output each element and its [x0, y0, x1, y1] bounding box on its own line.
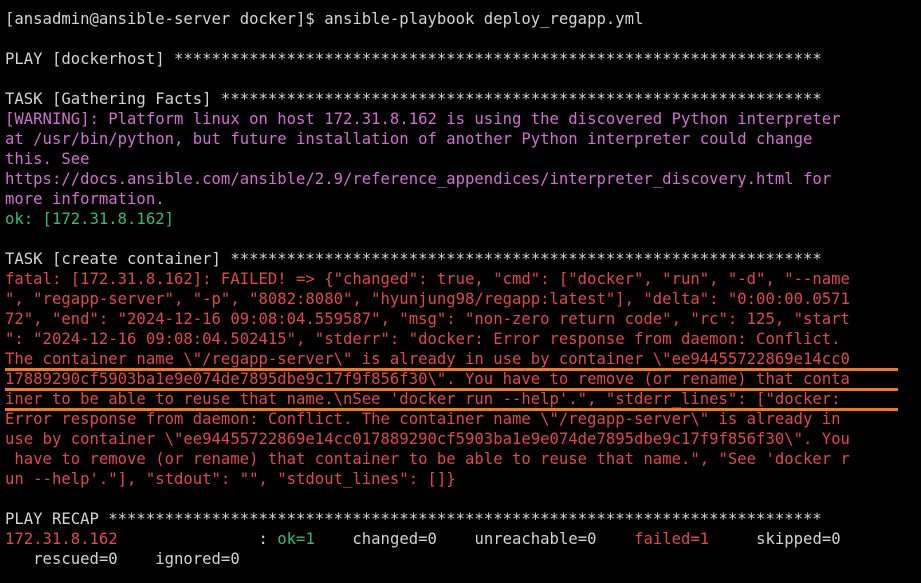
warning-line: this. See	[5, 150, 90, 168]
play-recap-header: PLAY RECAP *****************************…	[5, 510, 822, 528]
recap-separator: :	[117, 530, 278, 548]
annotation-underline	[5, 368, 898, 371]
fatal-line: ": "2024-12-16 09:08:04.502415", "stderr…	[5, 330, 841, 348]
warning-line: [WARNING]: Platform linux on host 172.31…	[5, 110, 841, 128]
fatal-line: ", "regapp-server", "-p", "8082:8080", "…	[5, 290, 850, 308]
task-header-gathering-facts: TASK [Gathering Facts] *****************…	[5, 90, 822, 108]
play-header: PLAY [dockerhost] **********************…	[5, 50, 822, 68]
warning-line: more information.	[5, 190, 165, 208]
annotation-underline	[5, 408, 898, 411]
recap-skipped: skipped=0	[709, 530, 841, 548]
warning-line: https://docs.ansible.com/ansible/2.9/ref…	[5, 170, 832, 188]
recap-unreachable: unreachable=0	[474, 530, 635, 548]
recap-line: 172.31.8.162 : ok=1 changed=0 unreachabl…	[5, 529, 841, 549]
task-header-create-container: TASK [create container] ****************…	[5, 250, 822, 268]
fatal-line: fatal: [172.31.8.162]: FAILED! => {"chan…	[5, 270, 850, 288]
warning-line: at /usr/bin/python, but future installat…	[5, 130, 813, 148]
command-prompt: [ansadmin@ansible-server docker]$ ansibl…	[5, 10, 644, 28]
ok-result: ok: [172.31.8.162]	[5, 210, 174, 228]
fatal-line: 17889290cf5903ba1e9e074de7895dbe9c17f9f8…	[5, 370, 850, 388]
recap-changed: changed=0	[314, 530, 475, 548]
fatal-line: Error response from daemon: Conflict. Th…	[5, 410, 841, 428]
fatal-line: iner to be able to reuse that name.\nSee…	[5, 390, 841, 408]
fatal-line: un --help'."], "stdout": "", "stdout_lin…	[5, 470, 456, 488]
fatal-line: use by container \"ee94455722869e14cc017…	[5, 430, 850, 448]
recap-line-2: rescued=0 ignored=0	[5, 550, 240, 568]
fatal-line: The container name \"/regapp-server\" is…	[5, 350, 850, 368]
terminal-window[interactable]: [ansadmin@ansible-server docker]$ ansibl…	[0, 0, 921, 583]
fatal-line: 72", "end": "2024-12-16 09:08:04.559587"…	[5, 310, 850, 328]
recap-failed: failed=1	[634, 530, 710, 548]
recap-host: 172.31.8.162	[5, 530, 118, 548]
annotation-underline	[5, 388, 898, 391]
recap-ok: ok=1	[277, 530, 315, 548]
fatal-line: have to remove (or rename) that containe…	[5, 450, 850, 468]
